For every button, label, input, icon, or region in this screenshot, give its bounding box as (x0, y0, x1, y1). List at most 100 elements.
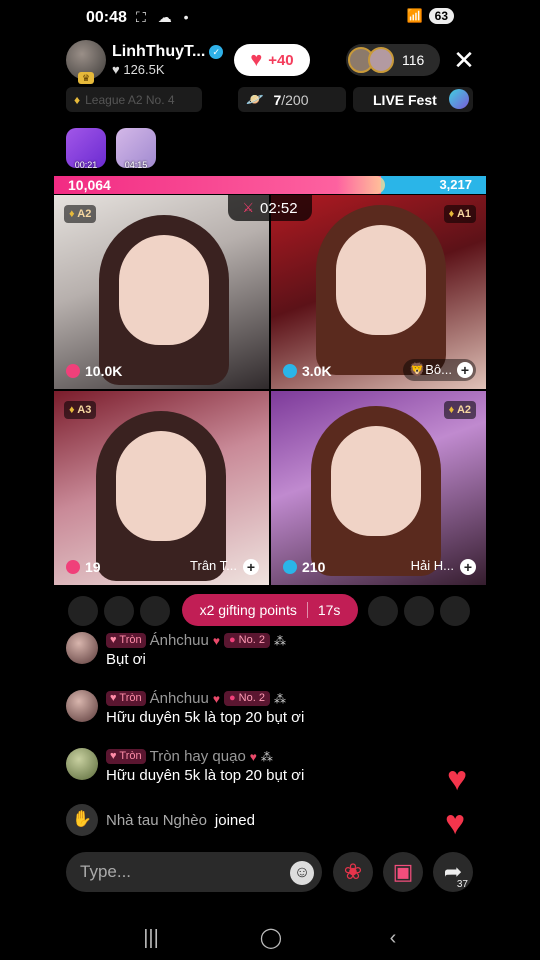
status-right: 📶 63 (406, 8, 454, 24)
live-fest-button[interactable]: LIVE Fest (353, 87, 473, 112)
guest-score-value: 10.0K (85, 363, 123, 379)
gifting-points-pill[interactable]: x2 gifting points 17s (182, 594, 358, 626)
rose-icon: ❀ (343, 859, 363, 884)
guest-score-value: 19 (85, 559, 101, 575)
comment-header: Tròn Tròn hay quạo ♥ ⁂ (106, 748, 273, 765)
rose-gift-button[interactable]: ❀ (333, 852, 373, 892)
goal-progress[interactable]: 🪐 7/200 (238, 87, 346, 112)
guest-rank: A1 (443, 205, 476, 223)
guest-rank: A2 (443, 401, 476, 419)
guest-face (119, 235, 209, 345)
close-button[interactable]: ✕ (450, 44, 478, 76)
home-icon[interactable]: ◯ (251, 924, 291, 952)
heart-icon: ♥ (212, 691, 220, 706)
comment-input-bar[interactable]: ☺ (66, 852, 322, 892)
share-button[interactable]: ➦ 37 (433, 852, 473, 892)
guest-rank: A2 (64, 205, 97, 223)
fan-club-tag: Tròn (106, 633, 146, 648)
versus-icon: ⚔ (242, 200, 255, 215)
commenter-name[interactable]: Ánhchuu (150, 632, 209, 649)
floating-heart-icon: ♥ (447, 760, 468, 798)
planet-icon: 🪐 (246, 91, 264, 107)
group-icon: ⁂ (260, 749, 273, 764)
gift-box-timer[interactable]: 00:21 (66, 128, 106, 170)
follow-plus-icon[interactable]: + (460, 559, 476, 575)
status-notification-icons: ⛶ ☁ • (136, 9, 193, 25)
supporter-avatar[interactable] (404, 596, 434, 626)
floating-heart-icon: ♥ (445, 804, 466, 842)
guest-grid: A2 10.0K A1 3.0K 🦁Bô... + A3 19 Trân T..… (54, 195, 486, 585)
rank-tag: No. 2 (223, 691, 270, 706)
emoji-icon[interactable]: ☺ (290, 861, 314, 885)
commenter-avatar[interactable] (66, 748, 98, 780)
heart-icon: ♥ (212, 633, 220, 648)
heart-icon: ♥ (249, 749, 257, 764)
divider (306, 602, 308, 618)
gift-button[interactable]: ▣ (383, 852, 423, 892)
commenter-avatar[interactable] (66, 690, 98, 722)
gem-icon: ♦ (74, 92, 81, 107)
comment-text: Bụt ơi (106, 651, 146, 668)
supporter-avatar[interactable] (368, 596, 398, 626)
commenter-avatar[interactable] (66, 632, 98, 664)
supporter-avatar[interactable] (104, 596, 134, 626)
follow-plus-icon[interactable]: + (243, 559, 259, 575)
gifting-label: x2 gifting points (199, 602, 297, 618)
crown-icon: ♛ (78, 72, 94, 84)
host-name: LinhThuyT... (112, 43, 206, 60)
supporter-avatar[interactable] (68, 596, 98, 626)
battle-score-bar: 10,064 3,217 (54, 176, 486, 194)
verified-icon: ✓ (209, 45, 224, 59)
gift-timer-label: 00:21 (74, 160, 98, 170)
like-button[interactable]: ♥ +40 (234, 44, 310, 76)
joined-user[interactable]: Nhà tau Nghèo (106, 812, 207, 829)
guest-score: 19 (66, 559, 101, 575)
viewer-avatar[interactable] (368, 47, 394, 73)
guest-score: 3.0K (283, 363, 332, 379)
likes-heart-icon: ♥ (112, 62, 120, 77)
supporter-avatar[interactable] (440, 596, 470, 626)
wave-icon[interactable]: ✋ (66, 804, 98, 836)
back-icon[interactable]: ‹ (373, 924, 413, 952)
commenter-name[interactable]: Tròn hay quạo (150, 748, 246, 765)
viewer-list[interactable]: 116 (346, 44, 440, 76)
league-label: League A2 No. 4 (85, 92, 175, 107)
gift-box-icon: ▣ (392, 859, 414, 884)
comment-header: Tròn Ánhchuu ♥ No. 2 ⁂ (106, 632, 286, 649)
host-profile[interactable]: ♛ LinhThuyT... ✓ ♥ 126.5K (66, 40, 224, 84)
comment-text: Hữu duyên 5k là top 20 bụt ơi (106, 767, 305, 784)
guest-name: Hải H... (410, 558, 454, 573)
guest-face (331, 426, 421, 536)
guest-tile[interactable]: A2 210 Hải H... + (271, 391, 486, 585)
gift-box-timer[interactable]: 04:15 (116, 128, 156, 170)
guest-score-value: 210 (302, 559, 326, 575)
host-avatar[interactable]: ♛ (66, 40, 106, 84)
guest-name-chip[interactable]: 🦁Bô... + (403, 359, 476, 381)
host-likes: ♥ 126.5K (112, 62, 223, 77)
like-count: +40 (268, 51, 294, 69)
guest-score: 210 (283, 559, 325, 575)
guest-score-value: 3.0K (302, 363, 332, 379)
comment-input[interactable] (80, 852, 280, 892)
gift-icon (66, 560, 80, 574)
battle-timer-value: 02:52 (260, 199, 298, 217)
guest-tile[interactable]: A2 10.0K (54, 195, 269, 389)
follow-plus-icon[interactable]: + (457, 362, 473, 378)
gifting-row: x2 gifting points 17s (54, 594, 486, 626)
guest-name: Trân T... (190, 558, 237, 573)
gifting-countdown: 17s (317, 602, 341, 618)
recent-apps-icon[interactable]: ||| (131, 924, 171, 952)
heart-icon: ♥ (250, 49, 263, 71)
battle-flame (337, 176, 385, 194)
league-badge[interactable]: ♦ League A2 No. 4 (66, 87, 202, 112)
battery-indicator: 63 (428, 8, 454, 24)
share-count: 37 (456, 879, 468, 890)
supporter-avatar[interactable] (140, 596, 170, 626)
guest-tile[interactable]: A3 19 Trân T... + (54, 391, 269, 585)
commenter-name[interactable]: Ánhchuu (150, 690, 209, 707)
guest-score: 10.0K (66, 363, 122, 379)
signal-icon: 📶 (406, 8, 423, 23)
guest-tile[interactable]: A1 3.0K 🦁Bô... + (271, 195, 486, 389)
host-info: LinhThuyT... ✓ ♥ 126.5K (112, 43, 224, 77)
fan-club-tag: Tròn (106, 749, 146, 764)
